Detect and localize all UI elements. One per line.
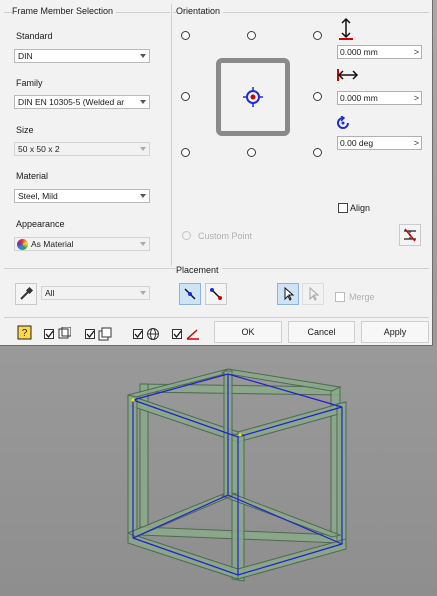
size-label: Size [16, 125, 34, 135]
horizontal-offset-icon [337, 69, 359, 81]
option-toggle-4[interactable] [172, 326, 204, 342]
placement-title: Placement [176, 265, 222, 275]
chevron-down-icon [140, 291, 146, 295]
checkmark-icon [86, 330, 95, 339]
ok-button[interactable]: OK [214, 321, 282, 343]
appearance-label: Appearance [16, 219, 65, 229]
vertical-offset-value: 0.000 mm [340, 47, 378, 57]
chevron-down-icon [140, 147, 146, 151]
flip-orientation-button[interactable] [399, 224, 421, 246]
option-checkbox[interactable] [44, 329, 54, 339]
place-by-points-button[interactable] [205, 283, 227, 305]
group-separator [171, 4, 172, 266]
option-toggle-1[interactable] [44, 326, 74, 342]
custom-point-label: Custom Point [198, 231, 253, 241]
chevron-right-icon[interactable]: > [414, 46, 419, 58]
frame-member-group-title: Frame Member Selection [12, 6, 117, 16]
horizontal-offset-field[interactable]: 0.000 mm > [337, 91, 422, 105]
rotation-icon [337, 116, 349, 129]
rotation-field[interactable]: 0.00 deg > [337, 136, 422, 150]
checkmark-icon [134, 330, 143, 339]
rotation-value: 0.00 deg [340, 138, 374, 148]
point-placement-icon [210, 288, 222, 300]
appearance-swatch-icon [17, 239, 28, 250]
footer-line [4, 317, 429, 318]
align-checkbox[interactable] [338, 203, 348, 213]
place-by-edge-button[interactable] [179, 283, 201, 305]
frame-stack-icon [98, 327, 112, 341]
chevron-down-icon [140, 194, 146, 198]
edge-placement-icon [184, 288, 196, 300]
family-label: Family [16, 78, 43, 88]
center-anchor-icon [243, 87, 263, 107]
flip-icon [404, 228, 416, 242]
material-select[interactable]: Steel, Mild [14, 189, 150, 203]
help-icon: ? [17, 325, 32, 340]
frame-profile-icon [58, 327, 71, 339]
chevron-down-icon [140, 242, 146, 246]
profile-preview-icon[interactable] [216, 58, 290, 136]
checkmark-icon [45, 330, 54, 339]
anchor-radio-bottom-center[interactable] [247, 148, 256, 157]
standard-select[interactable]: DIN [14, 49, 150, 63]
select-cursor-alt-button[interactable] [302, 283, 324, 305]
option-checkbox[interactable] [172, 329, 182, 339]
standard-label: Standard [16, 31, 53, 41]
anchor-radio-bottom-left[interactable] [181, 148, 190, 157]
graphics-viewport[interactable] [0, 347, 437, 596]
size-select[interactable]: 50 x 50 x 2 [14, 142, 150, 156]
option-toggle-3[interactable] [133, 326, 163, 342]
chevron-down-icon [140, 54, 146, 58]
anchor-radio-top-left[interactable] [181, 31, 190, 40]
eyedropper-icon [20, 286, 34, 300]
custom-point-radio[interactable] [182, 231, 191, 240]
chevron-right-icon[interactable]: > [414, 137, 419, 149]
selection-filter-select[interactable]: All [41, 286, 150, 300]
option-toggle-2[interactable] [85, 326, 115, 342]
horizontal-offset-value: 0.000 mm [340, 93, 378, 103]
eyedropper-button[interactable] [15, 283, 37, 305]
family-select-value: DIN EN 10305-5 (Welded ar [18, 97, 125, 107]
select-cursor-button[interactable] [277, 283, 299, 305]
globe-icon [147, 328, 159, 340]
cursor-arrow-icon [309, 286, 320, 301]
angle-icon [186, 329, 199, 340]
apply-button[interactable]: Apply [361, 321, 429, 343]
family-select[interactable]: DIN EN 10305-5 (Welded ar [14, 95, 150, 109]
merge-checkbox[interactable] [335, 292, 345, 302]
orientation-group-title: Orientation [176, 6, 224, 16]
anchor-radio-middle-right[interactable] [313, 92, 322, 101]
cancel-button[interactable]: Cancel [288, 321, 355, 343]
help-button[interactable]: ? [15, 323, 35, 343]
anchor-radio-middle-left[interactable] [181, 92, 190, 101]
vertical-offset-field[interactable]: 0.000 mm > [337, 45, 422, 59]
chevron-down-icon [140, 100, 146, 104]
option-checkbox[interactable] [85, 329, 95, 339]
checkmark-icon [173, 330, 182, 339]
align-label: Align [350, 203, 371, 213]
appearance-select-value: As Material [31, 239, 74, 249]
frame-generator-dialog: Frame Member Selection Standard DIN Fami… [0, 0, 433, 346]
cube-frame-model[interactable] [126, 368, 347, 582]
anchor-radio-bottom-right[interactable] [313, 148, 322, 157]
anchor-radio-top-center[interactable] [247, 31, 256, 40]
chevron-right-icon[interactable]: > [414, 92, 419, 104]
svg-text:?: ? [22, 328, 28, 339]
merge-label: Merge [349, 292, 375, 302]
size-select-value: 50 x 50 x 2 [18, 144, 60, 154]
standard-select-value: DIN [18, 51, 33, 61]
anchor-radio-top-right[interactable] [313, 31, 322, 40]
option-checkbox[interactable] [133, 329, 143, 339]
vertical-offset-icon [339, 17, 353, 40]
material-label: Material [16, 171, 49, 181]
appearance-select[interactable]: As Material [14, 237, 150, 251]
material-select-value: Steel, Mild [18, 191, 58, 201]
selection-filter-value: All [45, 288, 55, 298]
cursor-arrow-icon [284, 286, 295, 301]
